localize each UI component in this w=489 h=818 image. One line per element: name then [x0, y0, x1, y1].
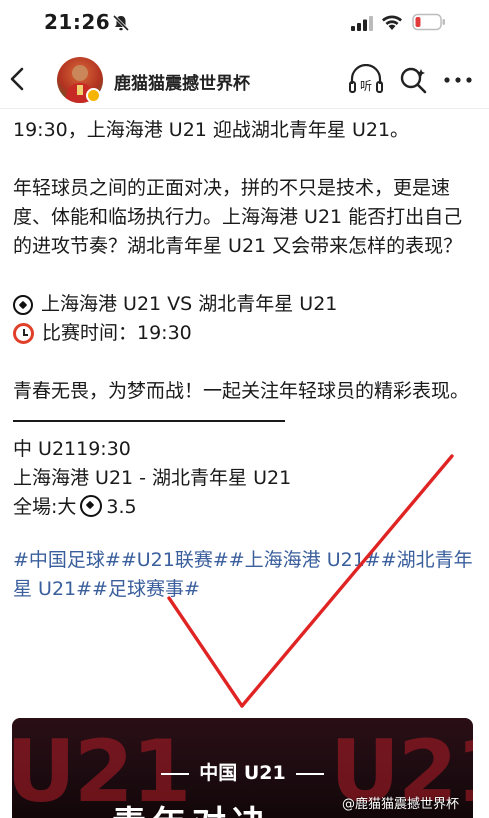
cover-caption-text: 中国 U21	[199, 762, 286, 784]
pick-header: 中 U2119:30	[13, 438, 131, 460]
soccer-ball-icon	[13, 294, 33, 315]
soccer-ball-icon	[80, 495, 103, 517]
signal-icon	[351, 16, 373, 31]
listen-label: 听	[360, 79, 372, 93]
verified-badge	[86, 88, 101, 103]
match-time: 比赛时间：19:30	[42, 322, 192, 344]
pick-market-value: 3.5	[106, 496, 137, 518]
battery-low-icon	[412, 13, 445, 31]
status-time: 21:26	[44, 10, 111, 34]
match-line: 上海海港 U21 VS 湖北青年星 U21	[13, 290, 479, 319]
match-teams: 上海海港 U21 VS 湖北青年星 U21	[41, 293, 338, 315]
more-icon[interactable]	[440, 68, 476, 92]
status-bar: 21:26	[0, 0, 489, 48]
slogan: 青春无畏，为梦而战！一起关注年轻球员的精彩表现。	[13, 380, 470, 402]
cover-bottom-text: 青年对决	[112, 796, 272, 818]
article-paragraph: 年轻球员之间的正面对决，拼的不只是技术，更是速度、体能和临场执行力。上海海港 U…	[13, 177, 463, 257]
article-body: 19:30，上海海港 U21 迎战湖北青年星 U21。 年轻球员之间的正面对决，…	[13, 116, 479, 604]
bell-off-icon	[112, 14, 130, 32]
wifi-icon	[382, 15, 402, 30]
cover-image[interactable]: U21 U21 中国 U21 青年对决 @鹿猫猫震撼世界杯	[12, 718, 473, 818]
pick-market-prefix: 全場:大	[13, 496, 77, 518]
pick-market: 全場:大 3.5	[13, 493, 479, 522]
cover-caption: 中国 U21	[12, 758, 473, 785]
search-icon[interactable]	[398, 65, 428, 95]
nav-bar: 鹿猫猫震撼世界杯 听	[0, 52, 489, 109]
watermark: @鹿猫猫震撼世界杯	[341, 797, 459, 812]
listen-button[interactable]: 听	[348, 64, 384, 96]
hashtags-link[interactable]: #中国足球##U21联赛##上海海港 U21##湖北青年星 U21##足球赛事#	[13, 546, 479, 604]
account-name[interactable]: 鹿猫猫震撼世界杯	[114, 69, 250, 94]
back-button[interactable]	[4, 64, 32, 94]
article-intro: 19:30，上海海港 U21 迎战湖北青年星 U21。	[13, 119, 410, 141]
pick-teams: 上海海港 U21 - 湖北青年星 U21	[13, 467, 292, 489]
divider	[13, 406, 479, 435]
alarm-clock-icon	[13, 323, 34, 344]
match-time-line: 比赛时间：19:30	[13, 319, 479, 348]
